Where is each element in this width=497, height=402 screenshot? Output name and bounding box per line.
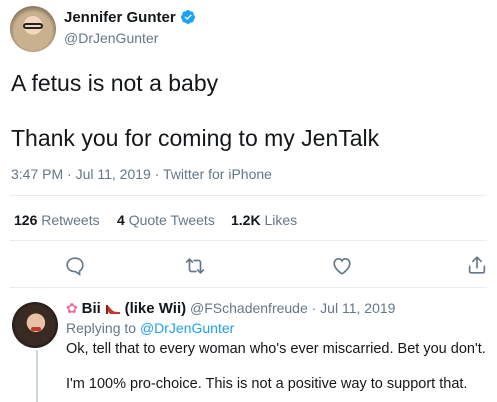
replying-to-line: Replying to @DrJenGunter: [66, 320, 234, 336]
replying-to-prefix: Replying to: [66, 320, 137, 336]
quotes-count: 4: [117, 212, 125, 228]
reply-header[interactable]: ✿ Bii (like Wii) @FSchadenfreude · Jul 1…: [66, 300, 395, 317]
author-handle[interactable]: @DrJenGunter: [64, 30, 158, 46]
divider: [10, 240, 487, 241]
likes-count: 1.2K: [231, 212, 261, 228]
author-name-row[interactable]: Jennifer Gunter: [64, 9, 196, 27]
reply-handle-date[interactable]: @FSchadenfreude · Jul 11, 2019: [190, 300, 395, 316]
author-avatar[interactable]: [10, 6, 56, 52]
reply-action-button[interactable]: [64, 255, 86, 277]
likes-label: Likes: [264, 212, 298, 228]
retweets-count: 126: [14, 212, 38, 228]
author-name[interactable]: Jennifer Gunter: [64, 9, 176, 26]
tweet-text-line1: A fetus is not a baby: [11, 70, 219, 96]
share-icon: [468, 256, 486, 274]
replying-to-handle-link[interactable]: @DrJenGunter: [140, 320, 234, 336]
avatar-glasses: [23, 23, 43, 29]
retweets-label: Retweets: [41, 212, 100, 228]
reply-text-line1: Ok, tell that to every woman who's ever …: [66, 341, 486, 357]
retweet-icon: [185, 258, 205, 274]
reply-author-name[interactable]: Bii: [82, 300, 101, 317]
reply-author-avatar[interactable]: [12, 302, 58, 348]
share-action-button[interactable]: [466, 254, 488, 276]
thread-line: [36, 350, 38, 402]
retweets-stat[interactable]: 126 Retweets: [14, 212, 100, 228]
retweet-action-button[interactable]: [184, 255, 206, 277]
verified-badge-icon: [180, 9, 196, 25]
flower-emoji-icon: ✿: [66, 300, 78, 316]
reply-text-line2: I'm 100% pro-choice. This is not a posit…: [66, 376, 468, 392]
likes-stat[interactable]: 1.2K Likes: [231, 212, 297, 228]
tweet-timestamp-source[interactable]: 3:47 PM · Jul 11, 2019 · Twitter for iPh…: [11, 166, 272, 182]
reply-author-name-suffix: (like Wii): [124, 300, 187, 317]
speech-bubble-icon: [66, 257, 84, 276]
high-heel-emoji-icon: [105, 300, 125, 316]
avatar-lips: [31, 327, 41, 331]
tweet-text-line2: Thank you for coming to my JenTalk: [11, 125, 380, 151]
divider: [10, 287, 487, 288]
divider: [10, 195, 487, 196]
like-action-button[interactable]: [331, 255, 353, 277]
heart-icon: [333, 258, 351, 275]
quotes-label: Quote Tweets: [128, 212, 215, 228]
quotes-stat[interactable]: 4 Quote Tweets: [117, 212, 215, 228]
